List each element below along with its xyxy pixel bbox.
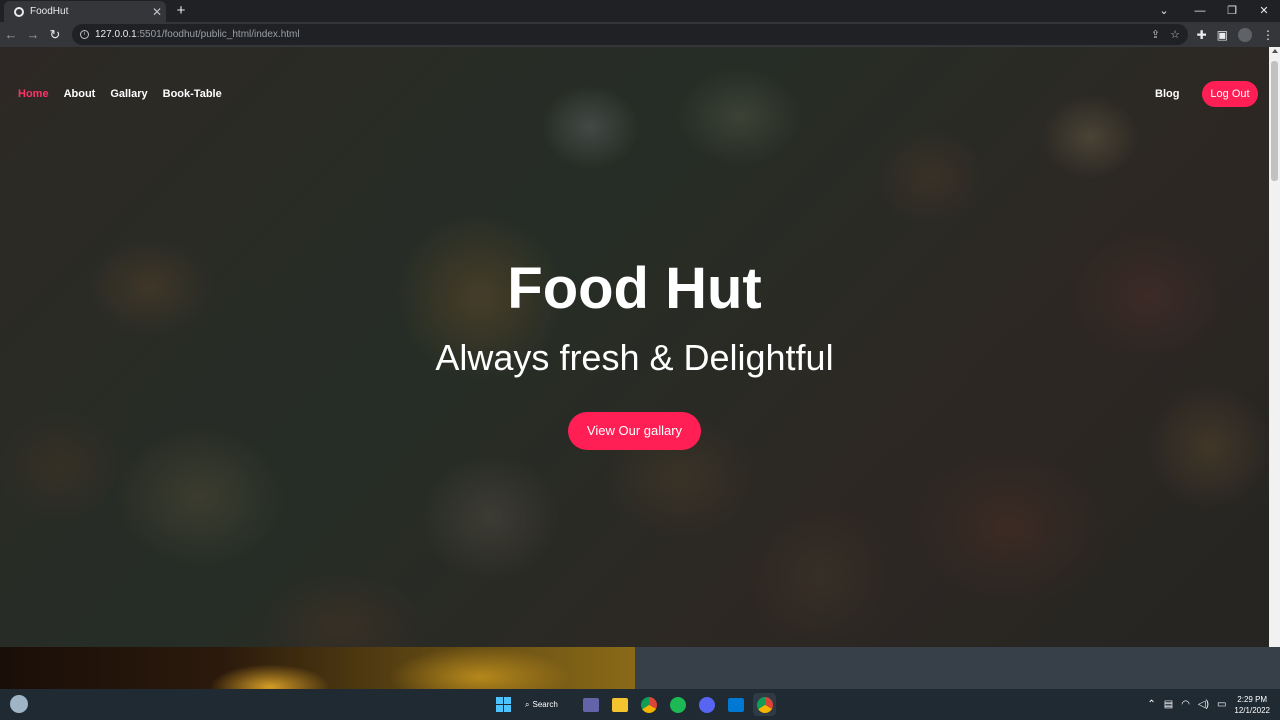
tab-search-icon[interactable]: ⌄ <box>1144 0 1184 22</box>
url-host: 127.0.0.1 <box>95 29 137 40</box>
logout-button[interactable]: Log Out <box>1202 81 1258 107</box>
tab-close-icon[interactable]: ✕ <box>148 5 166 19</box>
tab-title: FoodHut <box>30 6 69 17</box>
desktop-wallpaper-image <box>0 647 635 689</box>
minimize-button[interactable]: — <box>1184 0 1216 22</box>
desktop-background <box>0 647 1280 689</box>
hero-title: Food Hut <box>507 256 762 321</box>
nav-link-home[interactable]: Home <box>18 88 49 100</box>
vscode-icon[interactable] <box>724 693 747 716</box>
browser-toolbar: ← → ↻ i 127.0.0.1:5501/foodhut/public_ht… <box>0 22 1280 47</box>
restore-button[interactable]: ❐ <box>1216 0 1248 22</box>
weather-widget-icon[interactable] <box>10 695 28 713</box>
tray-app-icon[interactable]: ▤ <box>1164 699 1173 710</box>
nav-link-book-table[interactable]: Book-Table <box>163 88 222 100</box>
volume-icon[interactable]: ◁) <box>1198 699 1209 710</box>
discord-icon[interactable] <box>695 693 718 716</box>
clock-date: 12/1/2022 <box>1234 705 1270 715</box>
file-explorer-icon[interactable] <box>608 693 631 716</box>
bookmark-star-icon[interactable]: ☆ <box>1170 28 1180 41</box>
profile-avatar[interactable] <box>1238 27 1252 42</box>
globe-icon <box>14 6 24 17</box>
view-gallary-button[interactable]: View Our gallary <box>568 412 701 450</box>
spotify-icon[interactable] <box>666 693 689 716</box>
url-path: :5501/foodhut/public_html/index.html <box>136 29 300 40</box>
clock-time: 2:29 PM <box>1237 694 1268 704</box>
site-navbar: Home About Gallary Book-Table Blog Log O… <box>0 47 1269 141</box>
share-icon[interactable]: ⇪ <box>1151 28 1160 41</box>
wifi-icon[interactable]: ◠ <box>1181 699 1190 710</box>
close-window-button[interactable]: ✕ <box>1248 0 1280 22</box>
forward-icon[interactable]: → <box>22 27 44 42</box>
site-info-icon[interactable]: i <box>80 30 89 39</box>
chrome-active-icon[interactable] <box>753 693 776 716</box>
desktop-window-area <box>635 647 1280 689</box>
nav-link-about[interactable]: About <box>64 88 96 100</box>
reload-icon[interactable]: ↻ <box>44 27 66 43</box>
scroll-up-arrow-icon[interactable] <box>1272 49 1278 53</box>
windows-logo-icon <box>496 697 511 712</box>
extensions-icon[interactable]: ✚ <box>1197 28 1207 42</box>
taskbar-search-label: Search <box>532 700 558 709</box>
back-icon[interactable]: ← <box>0 27 22 42</box>
page-viewport: Home About Gallary Book-Table Blog Log O… <box>0 47 1269 647</box>
teams-icon[interactable] <box>579 693 602 716</box>
system-tray: ⌃ ▤ ◠ ◁) ▭ 2:29 PM 12/1/2022 <box>1147 689 1270 720</box>
taskbar-clock[interactable]: 2:29 PM 12/1/2022 <box>1234 694 1270 716</box>
search-icon: ⌕ <box>525 699 530 709</box>
scroll-thumb[interactable] <box>1271 61 1278 181</box>
window-controls: ⌄ — ❐ ✕ <box>1144 0 1280 22</box>
browser-tab-bar: FoodHut ✕ + ⌄ — ❐ ✕ <box>0 0 1280 22</box>
nav-link-blog[interactable]: Blog <box>1155 88 1179 100</box>
browser-tab[interactable]: FoodHut ✕ <box>4 1 166 22</box>
nav-links: Home About Gallary Book-Table <box>18 88 222 100</box>
page-scrollbar[interactable] <box>1269 47 1280 647</box>
start-button[interactable] <box>492 693 515 716</box>
taskbar-apps: ⌕ Search <box>492 693 776 716</box>
nav-link-gallary[interactable]: Gallary <box>110 88 147 100</box>
taskbar-search[interactable]: ⌕ Search <box>521 693 573 716</box>
side-panel-icon[interactable]: ▣ <box>1217 28 1228 42</box>
chrome-icon[interactable] <box>637 693 660 716</box>
chevron-up-icon[interactable]: ⌃ <box>1147 699 1155 710</box>
battery-icon[interactable]: ▭ <box>1217 699 1226 710</box>
new-tab-button[interactable]: + <box>172 2 190 20</box>
hero-subtitle: Always fresh & Delightful <box>435 337 834 378</box>
menu-kebab-icon[interactable]: ⋮ <box>1262 28 1274 42</box>
windows-taskbar: ⌕ Search ⌃ ▤ ◠ ◁) ▭ 2:29 PM 12/1/2022 <box>0 689 1280 720</box>
address-bar[interactable]: i 127.0.0.1:5501/foodhut/public_html/ind… <box>72 24 1188 45</box>
